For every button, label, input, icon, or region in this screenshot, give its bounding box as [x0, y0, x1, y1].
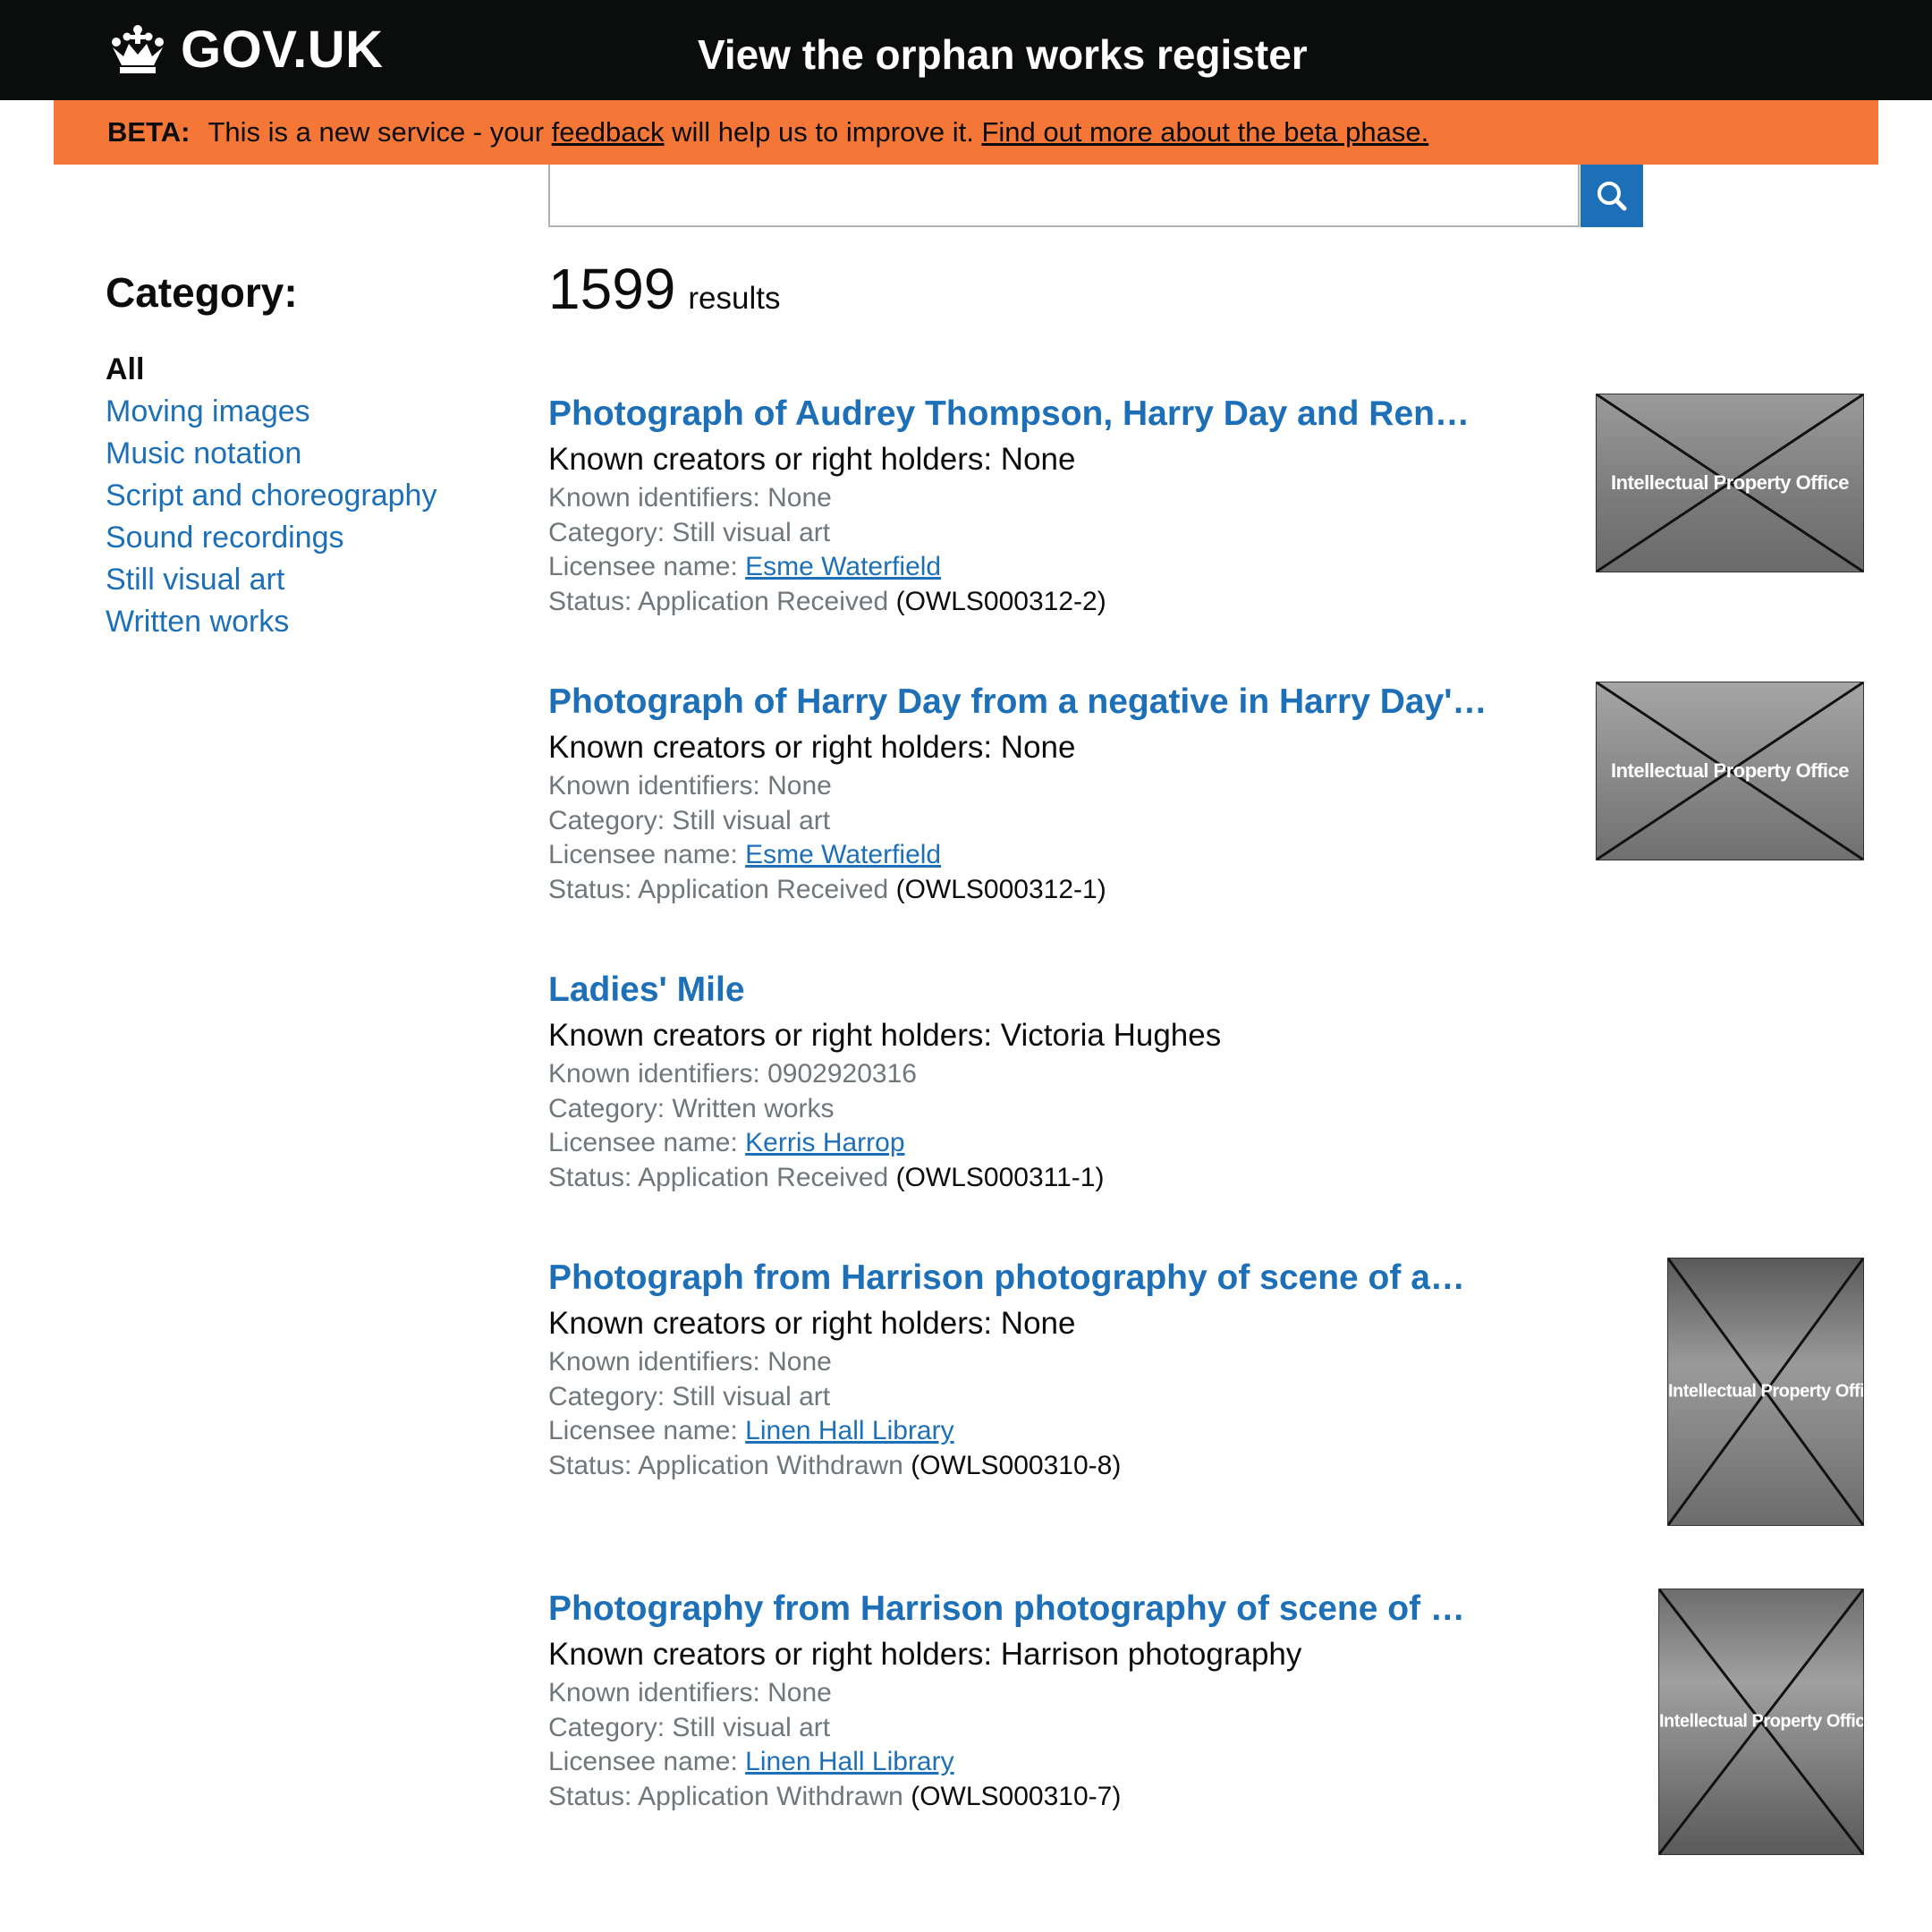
result-title-link[interactable]: Photograph of Audrey Thompson, Harry Day…	[548, 390, 1479, 438]
result-reference: (OWLS000312-2)	[895, 586, 1106, 616]
category-title: Category:	[106, 269, 298, 316]
result-reference: (OWLS000310-8)	[911, 1450, 1122, 1480]
licensee-link[interactable]: Linen Hall Library	[745, 1747, 953, 1776]
category-link[interactable]: Sound recordings	[106, 521, 344, 555]
licensee-label: Licensee name:	[548, 1747, 738, 1776]
status-text: Status: Application Received	[548, 1162, 889, 1192]
result-thumbnail[interactable]: Intellectual Property Office	[1596, 394, 1864, 572]
category-link[interactable]: Script and choreography	[106, 479, 436, 513]
category-music-notation[interactable]: Music notation	[106, 433, 535, 475]
result-creators: Known creators or right holders: Victori…	[548, 1018, 1222, 1053]
search-button[interactable]	[1580, 165, 1643, 227]
beta-text-after: will help us to improve it.	[672, 116, 974, 148]
licensee-link[interactable]: Esme Waterfield	[745, 552, 941, 581]
status-text: Status: Application Withdrawn	[548, 1450, 903, 1480]
result-status: Status: Application Received (OWLS000312…	[548, 585, 1872, 620]
status-text: Status: Application Withdrawn	[548, 1781, 903, 1811]
search-input[interactable]	[548, 165, 1580, 227]
licensee-link[interactable]: Linen Hall Library	[745, 1416, 953, 1445]
category-all: All	[106, 352, 145, 386]
result-title-link[interactable]: Photography from Harrison photography of…	[548, 1585, 1479, 1633]
licensee-label: Licensee name:	[548, 1416, 738, 1445]
licensee-link[interactable]: Kerris Harrop	[745, 1128, 904, 1157]
result-status: Status: Application Received (OWLS000311…	[548, 1161, 1872, 1196]
result-thumbnail[interactable]: Intellectual Property Office	[1596, 682, 1864, 860]
result-item: Ladies' Mile Known creators or right hol…	[548, 966, 1872, 1195]
category-link[interactable]: Written works	[106, 605, 289, 639]
category-link[interactable]: Moving images	[106, 394, 310, 428]
result-title-link[interactable]: Ladies' Mile	[548, 966, 1479, 1014]
search-icon	[1597, 182, 1627, 211]
result-reference: (OWLS000310-7)	[911, 1781, 1122, 1811]
licensee-link[interactable]: Esme Waterfield	[745, 840, 941, 869]
results-label: results	[688, 281, 781, 316]
result-title-link[interactable]: Photograph from Harrison photography of …	[548, 1254, 1479, 1302]
licensee-label: Licensee name:	[548, 1128, 738, 1157]
result-thumbnail[interactable]: Intellectual Property Office	[1667, 1258, 1864, 1526]
category-script-choreography[interactable]: Script and choreography	[106, 475, 535, 517]
result-licensee: Licensee name: Kerris Harrop	[548, 1126, 1872, 1161]
service-name[interactable]: View the orphan works register	[698, 30, 1308, 79]
category-still-visual-art[interactable]: Still visual art	[106, 559, 535, 601]
site-header: GOV.UK View the orphan works register	[0, 0, 1932, 100]
govuk-logo[interactable]: GOV.UK	[107, 20, 383, 79]
beta-info-link[interactable]: Find out more about the beta phase.	[981, 116, 1428, 148]
category-link[interactable]: Still visual art	[106, 563, 284, 597]
result-identifiers: Known identifiers: 0902920316	[548, 1059, 917, 1089]
results-count: 1599 results	[548, 256, 780, 322]
result-title-link[interactable]: Photograph of Harry Day from a negative …	[548, 678, 1496, 726]
result-reference: (OWLS000311-1)	[895, 1162, 1105, 1192]
category-list: All Moving images Music notation Script …	[106, 349, 535, 643]
category-moving-images[interactable]: Moving images	[106, 391, 535, 433]
logo-text: GOV.UK	[181, 20, 384, 79]
result-status: Status: Application Received (OWLS000312…	[548, 873, 1872, 908]
feedback-link[interactable]: feedback	[552, 116, 665, 148]
thumbnail-watermark: Intellectual Property Office	[1659, 1711, 1864, 1732]
crown-icon	[112, 25, 164, 73]
result-reference: (OWLS000312-1)	[895, 874, 1106, 904]
category-sound-recordings[interactable]: Sound recordings	[106, 517, 535, 559]
beta-text-before: This is a new service - your	[208, 116, 545, 148]
category-link[interactable]: Music notation	[106, 436, 301, 470]
licensee-label: Licensee name:	[548, 840, 738, 869]
result-thumbnail[interactable]: Intellectual Property Office	[1658, 1589, 1864, 1855]
category-filter: Category: All Moving images Music notati…	[106, 268, 535, 643]
status-text: Status: Application Received	[548, 586, 889, 616]
beta-banner: BETA: This is a new service - your feedb…	[54, 100, 1878, 165]
status-text: Status: Application Received	[548, 874, 889, 904]
thumbnail-watermark: Intellectual Property Office	[1611, 759, 1849, 782]
thumbnail-watermark: Intellectual Property Office	[1611, 471, 1849, 494]
result-category: Category: Written works	[548, 1093, 835, 1123]
licensee-label: Licensee name:	[548, 552, 738, 581]
category-written-works[interactable]: Written works	[106, 601, 535, 643]
thumbnail-watermark: Intellectual Property Office	[1668, 1381, 1864, 1402]
beta-tag: BETA:	[107, 116, 191, 148]
results-number: 1599	[548, 257, 676, 321]
